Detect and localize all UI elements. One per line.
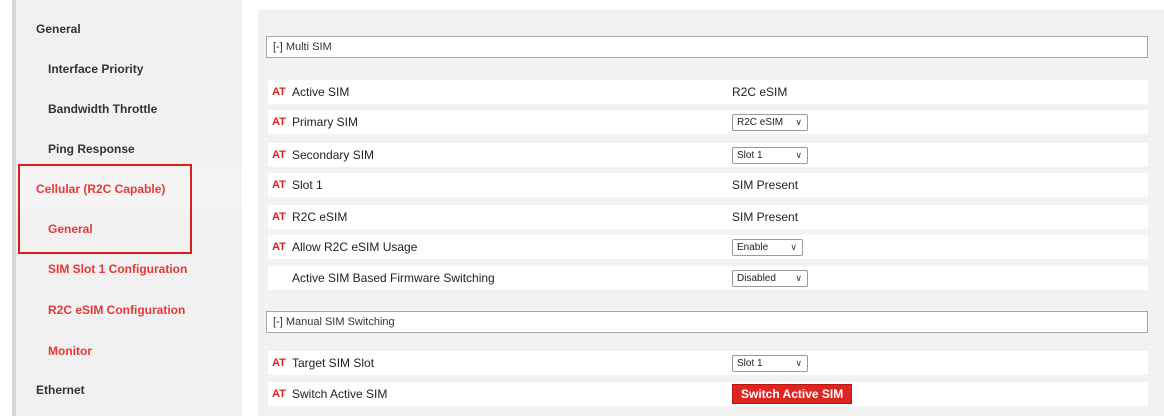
sidebar-item-label: Bandwidth Throttle — [48, 102, 158, 116]
page: General Interface Priority Bandwidth Thr… — [0, 0, 1164, 416]
select-value: Slot 1 — [737, 357, 763, 369]
sidebar-item-label: Cellular (R2C Capable) — [36, 182, 166, 196]
allow-r2c-esim-usage-row: AT Allow R2C eSIM Usage Enable ∨ — [268, 235, 1148, 259]
select-value: Enable — [737, 241, 769, 253]
primary-sim-label: Primary SIM — [292, 115, 358, 129]
at-badge: AT — [272, 116, 286, 128]
r2c-esim-label: R2C eSIM — [292, 210, 348, 224]
sidebar-item-label: Ethernet — [36, 383, 85, 397]
chevron-down-icon: ∨ — [795, 116, 802, 127]
sidebar-item-general[interactable]: General — [16, 9, 242, 49]
slot-1-status: SIM Present — [732, 178, 799, 192]
target-sim-slot-select[interactable]: Slot 1 ∨ — [732, 354, 808, 372]
firmware-switching-select[interactable]: Disabled ∨ — [732, 269, 808, 287]
slot-1-label: Slot 1 — [292, 178, 323, 192]
section-title: [-] Multi SIM — [273, 41, 332, 53]
switch-active-sim-button[interactable]: Switch Active SIM — [732, 384, 853, 404]
select-value: Slot 1 — [737, 149, 763, 161]
secondary-sim-label: Secondary SIM — [292, 148, 375, 162]
switch-active-sim-label: Switch Active SIM — [292, 387, 388, 401]
at-badge: AT — [272, 211, 286, 223]
manual-sim-switching-section-toggle[interactable]: [-] Manual SIM Switching — [266, 311, 1148, 333]
sidebar-item-cellular[interactable]: Cellular (R2C Capable) — [16, 169, 242, 209]
sidebar-item-label: General — [36, 22, 81, 36]
chevron-down-icon: ∨ — [795, 149, 802, 160]
secondary-sim-select[interactable]: Slot 1 ∨ — [732, 146, 808, 164]
sidebar-item-label: SIM Slot 1 Configuration — [48, 262, 188, 276]
main-panel: [-] Multi SIM AT Active SIM R2C eSIM AT … — [258, 10, 1164, 416]
sidebar-item-cellular-general[interactable]: General — [16, 209, 242, 249]
chevron-down-icon: ∨ — [790, 241, 797, 252]
sidebar-item-label: Ping Response — [48, 142, 135, 156]
sidebar-item-monitor[interactable]: Monitor — [16, 331, 242, 371]
r2c-esim-status: SIM Present — [732, 210, 799, 224]
at-badge: AT — [272, 357, 286, 369]
firmware-switching-label: Active SIM Based Firmware Switching — [292, 271, 495, 285]
target-sim-slot-row: AT Target SIM Slot Slot 1 ∨ — [268, 351, 1148, 375]
secondary-sim-row: AT Secondary SIM Slot 1 ∨ — [268, 143, 1148, 167]
r2c-esim-row: AT R2C eSIM SIM Present — [268, 205, 1148, 229]
sidebar-item-label: Monitor — [48, 344, 92, 358]
at-badge: AT — [272, 179, 286, 191]
at-badge: AT — [272, 149, 286, 161]
at-badge: AT — [272, 86, 286, 98]
slot-1-row: AT Slot 1 SIM Present — [268, 173, 1148, 197]
sidebar-item-label: Interface Priority — [48, 62, 144, 76]
firmware-switching-row: Active SIM Based Firmware Switching Disa… — [268, 266, 1148, 290]
chevron-down-icon: ∨ — [795, 357, 802, 368]
active-sim-row: AT Active SIM R2C eSIM — [268, 80, 1148, 104]
active-sim-label: Active SIM — [292, 85, 350, 99]
sidebar-item-r2c-esim-configuration[interactable]: R2C eSIM Configuration — [16, 290, 242, 330]
primary-sim-select[interactable]: R2C eSIM ∨ — [732, 113, 808, 131]
select-value: Disabled — [737, 272, 776, 284]
at-badge: AT — [272, 388, 286, 400]
sidebar-item-interface-priority[interactable]: Interface Priority — [16, 49, 242, 89]
target-sim-slot-label: Target SIM Slot — [292, 356, 375, 370]
active-sim-value: R2C eSIM — [732, 85, 788, 99]
sidebar-item-label: R2C eSIM Configuration — [48, 303, 186, 317]
section-title: [-] Manual SIM Switching — [273, 316, 395, 328]
sidebar-item-ping-response[interactable]: Ping Response — [16, 129, 242, 169]
primary-sim-row: AT Primary SIM R2C eSIM ∨ — [268, 110, 1148, 134]
sidebar-item-label: General — [48, 222, 93, 236]
allow-r2c-esim-usage-select[interactable]: Enable ∨ — [732, 238, 803, 256]
multi-sim-section-toggle[interactable]: [-] Multi SIM — [266, 36, 1148, 58]
at-badge: AT — [272, 241, 286, 253]
chevron-down-icon: ∨ — [795, 272, 802, 283]
allow-r2c-esim-usage-label: Allow R2C eSIM Usage — [292, 240, 418, 254]
sidebar-item-bandwidth-throttle[interactable]: Bandwidth Throttle — [16, 89, 242, 129]
sidebar-item-ethernet[interactable]: Ethernet — [16, 370, 242, 410]
switch-active-sim-row: AT Switch Active SIM Switch Active SIM — [268, 382, 1148, 406]
select-value: R2C eSIM — [737, 116, 784, 128]
sidebar-item-sim-slot-1-configuration[interactable]: SIM Slot 1 Configuration — [16, 249, 242, 289]
sidebar-nav: General Interface Priority Bandwidth Thr… — [16, 0, 242, 416]
